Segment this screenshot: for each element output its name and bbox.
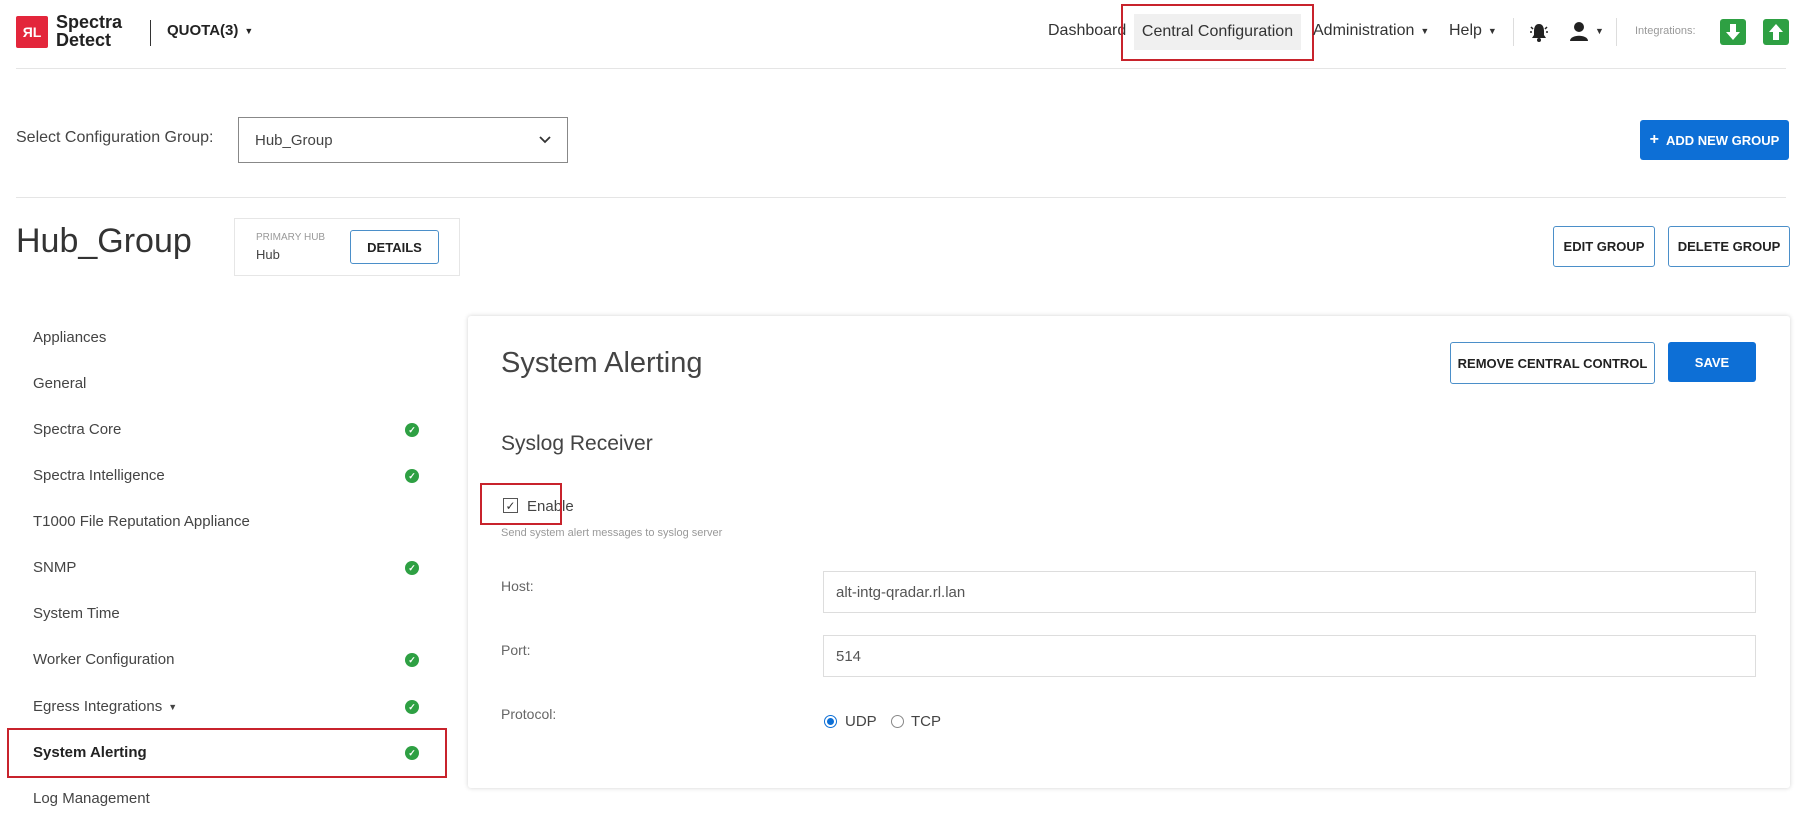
header-divider-line: [16, 68, 1786, 69]
quota-dropdown[interactable]: QUOTA(3) ▼: [167, 22, 253, 39]
host-input[interactable]: alt-intg-qradar.rl.lan: [823, 571, 1756, 613]
highlight-system-alerting: [7, 728, 447, 778]
sidebar-item-system-time[interactable]: System Time: [33, 605, 120, 622]
edit-group-button[interactable]: EDIT GROUP: [1553, 226, 1655, 267]
sidebar-item-t1000[interactable]: T1000 File Reputation Appliance: [33, 513, 250, 530]
check-circle-icon: ✓: [405, 653, 419, 667]
port-label: Port:: [501, 642, 531, 658]
brand-logo-mark: ЯL: [16, 16, 48, 48]
add-new-group-label: ADD NEW GROUP: [1665, 132, 1780, 148]
plus-icon: +: [1649, 131, 1659, 148]
download-integration-button[interactable]: [1720, 19, 1746, 45]
alarm-bell-icon[interactable]: [1528, 21, 1550, 48]
panel-title: System Alerting: [501, 347, 703, 379]
sidebar-item-worker-configuration[interactable]: Worker Configuration: [33, 651, 174, 668]
config-group-selected: Hub_Group: [255, 131, 333, 149]
sidebar-item-log-management[interactable]: Log Management: [33, 790, 150, 807]
sidebar-item-label: Egress Integrations: [33, 698, 163, 715]
sidebar-item-snmp[interactable]: SNMP: [33, 559, 76, 576]
nav-administration[interactable]: Administration ▼: [1313, 22, 1429, 40]
details-button[interactable]: DETAILS: [350, 230, 439, 264]
check-circle-icon: ✓: [405, 561, 419, 575]
add-new-group-button[interactable]: + ADD NEW GROUP: [1640, 120, 1789, 160]
remove-central-control-button[interactable]: REMOVE CENTRAL CONTROL: [1450, 342, 1655, 384]
port-input[interactable]: 514: [823, 635, 1756, 677]
nav-help-label: Help: [1449, 22, 1482, 39]
integrations-label: Integrations:: [1635, 25, 1696, 37]
caret-down-icon: ▼: [1487, 25, 1497, 36]
section-divider-line: [16, 197, 1786, 198]
save-button[interactable]: SAVE: [1668, 342, 1756, 382]
protocol-tcp-radio[interactable]: [891, 715, 904, 728]
nav-administration-label: Administration: [1313, 22, 1415, 39]
config-group-label: Select Configuration Group:: [16, 129, 214, 146]
primary-hub-value: Hub: [256, 247, 280, 262]
nav-divider: [1513, 18, 1514, 46]
protocol-tcp-label: TCP: [911, 713, 941, 730]
enable-help-text: Send system alert messages to syslog ser…: [501, 527, 723, 539]
quota-label: QUOTA(3): [167, 22, 239, 39]
user-icon: [1570, 22, 1588, 41]
protocol-udp-label: UDP: [845, 713, 877, 730]
highlight-central-configuration: [1121, 4, 1314, 61]
nav-dashboard[interactable]: Dashboard: [1048, 22, 1126, 40]
sidebar-item-spectra-intelligence[interactable]: Spectra Intelligence: [33, 467, 165, 484]
brand-name-line1: Spectra: [56, 12, 123, 32]
user-menu[interactable]: ▼: [1569, 20, 1604, 42]
syslog-receiver-heading: Syslog Receiver: [501, 432, 653, 455]
highlight-enable-checkbox: [480, 483, 562, 525]
protocol-label: Protocol:: [501, 706, 557, 722]
nav-help[interactable]: Help ▼: [1449, 22, 1497, 40]
upload-integration-button[interactable]: [1763, 19, 1789, 45]
sidebar-item-egress-integrations[interactable]: Egress Integrations ▼: [33, 698, 177, 715]
check-circle-icon: ✓: [405, 700, 419, 714]
caret-down-icon: ▼: [1420, 25, 1430, 36]
group-title: Hub_Group: [16, 222, 192, 260]
sidebar-item-general[interactable]: General: [33, 375, 86, 392]
config-group-select[interactable]: Hub_Group: [238, 117, 568, 163]
caret-down-icon: ▼: [244, 26, 254, 37]
brand-name-line2: Detect: [56, 30, 112, 50]
check-circle-icon: ✓: [405, 423, 419, 437]
primary-hub-label: PRIMARY HUB: [256, 232, 326, 243]
check-circle-icon: ✓: [405, 469, 419, 483]
chevron-down-icon: [539, 136, 551, 144]
arrow-up-icon: [1769, 24, 1783, 40]
brand-name: Spectra Detect: [56, 13, 122, 49]
delete-group-button[interactable]: DELETE GROUP: [1668, 226, 1790, 267]
host-label: Host:: [501, 578, 534, 594]
header-divider: [150, 20, 151, 46]
arrow-down-icon: [1726, 24, 1740, 40]
nav-divider: [1616, 18, 1617, 46]
sidebar-item-appliances[interactable]: Appliances: [33, 329, 106, 346]
system-alerting-panel: [468, 316, 1790, 788]
sidebar-item-spectra-core[interactable]: Spectra Core: [33, 421, 121, 438]
caret-down-icon: ▼: [1595, 26, 1604, 36]
caret-down-icon: ▼: [168, 702, 178, 713]
protocol-udp-radio[interactable]: [824, 715, 837, 728]
